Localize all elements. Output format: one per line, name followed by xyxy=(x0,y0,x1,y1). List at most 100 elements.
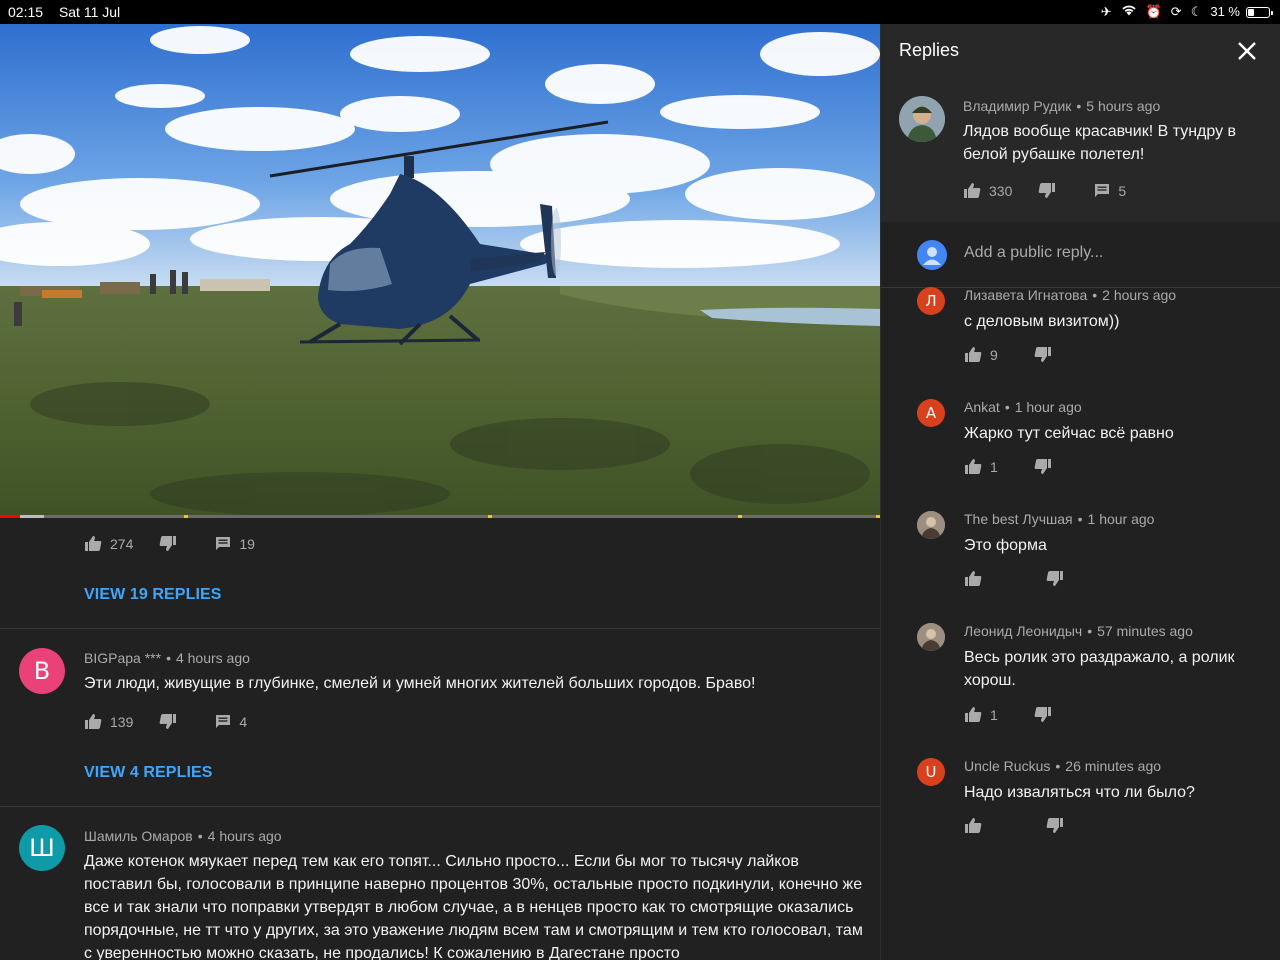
like-count: 9 xyxy=(990,346,998,363)
comment-author[interactable]: Uncle Ruckus xyxy=(964,758,1050,774)
user-avatar-icon xyxy=(917,240,947,270)
like-button[interactable]: 1 xyxy=(964,458,998,475)
reply-button[interactable]: 19 xyxy=(215,536,255,552)
reply-count: 4 xyxy=(239,713,248,730)
avatar-letter: B xyxy=(33,657,51,685)
dislike-button[interactable] xyxy=(159,535,177,552)
like-count: 139 xyxy=(110,713,134,730)
like-button[interactable]: 9 xyxy=(964,346,998,363)
video-player[interactable] xyxy=(0,24,880,518)
avatar[interactable]: Л xyxy=(917,287,945,315)
comment-meta: The best Лучшая • 1 hour ago xyxy=(964,511,1155,527)
moon-icon: ☾ xyxy=(1190,4,1203,19)
thumbs-up-icon xyxy=(965,571,982,586)
comment-meta: Uncle Ruckus • 26 minutes ago xyxy=(964,758,1162,774)
comment-text: Даже котенок мяукает перед тем как его т… xyxy=(84,853,863,960)
comment-actions xyxy=(964,817,1064,834)
avatar[interactable] xyxy=(917,511,945,539)
thumbs-up-icon xyxy=(965,707,982,722)
thumbs-up-icon xyxy=(964,183,981,198)
comment-icon xyxy=(216,715,231,728)
comment-text: Весь ролик это раздражало, а ролик хорош… xyxy=(964,649,1235,689)
comment-time: 4 hours ago xyxy=(207,828,282,844)
like-button[interactable]: 330 xyxy=(963,182,1012,199)
comment-author[interactable]: Лизавета Игнатова xyxy=(964,287,1087,303)
dislike-button[interactable] xyxy=(1038,182,1056,199)
avatar-letter: Ш xyxy=(29,834,55,862)
avatar-photo xyxy=(899,96,945,142)
reply-button[interactable]: 4 xyxy=(215,714,247,730)
comment-actions xyxy=(964,570,1064,587)
reply-count: 19 xyxy=(239,535,255,552)
comment-author[interactable]: Шамиль Омаров xyxy=(84,828,193,844)
thumbs-up-icon xyxy=(965,459,982,474)
comment-icon xyxy=(1095,184,1110,197)
like-button[interactable]: 274 xyxy=(84,535,133,552)
like-button[interactable]: 1 xyxy=(964,706,998,723)
dislike-button[interactable] xyxy=(1034,706,1052,723)
comment-author[interactable]: BIGPapa *** xyxy=(84,650,161,666)
dislike-button[interactable] xyxy=(1034,458,1052,475)
comment-actions: 139 4 xyxy=(84,713,247,730)
comment-actions: 330 5 xyxy=(963,182,1126,199)
thumbs-up-icon xyxy=(85,714,102,729)
like-count: 1 xyxy=(990,458,998,475)
like-button[interactable]: 139 xyxy=(84,713,133,730)
dislike-button[interactable] xyxy=(1046,817,1064,834)
view-replies-link[interactable]: VIEW 4 REPLIES xyxy=(84,764,213,782)
like-count: 1 xyxy=(990,706,998,723)
battery-icon xyxy=(1246,6,1273,18)
comment-meta: Шамиль Омаров • 4 hours ago xyxy=(84,828,282,844)
comment-time: 2 hours ago xyxy=(1102,287,1177,303)
comment-actions: 9 xyxy=(964,346,1052,363)
comment-icon xyxy=(216,537,231,550)
comment-author[interactable]: Леонид Леонидыч xyxy=(964,623,1082,639)
comment-author[interactable]: The best Лучшая xyxy=(964,511,1073,527)
airplane-icon: ✈ xyxy=(1100,4,1112,19)
comment-meta: Ankat • 1 hour ago xyxy=(964,399,1082,415)
replies-header: Replies xyxy=(881,24,1280,78)
avatar[interactable] xyxy=(899,96,945,142)
avatar[interactable] xyxy=(917,623,945,651)
comments-list: 274 19 VIEW 19 REPLIES B BIGPapa *** • 4 h… xyxy=(0,518,880,960)
comment-actions: 274 19 xyxy=(84,535,255,552)
avatar[interactable]: B xyxy=(19,648,65,694)
comment-actions: 1 xyxy=(964,706,1052,723)
comment-time: 26 minutes ago xyxy=(1065,758,1162,774)
close-icon xyxy=(1238,42,1256,60)
thumbs-down-icon xyxy=(1046,571,1063,586)
dislike-button[interactable] xyxy=(159,713,177,730)
avatar-photo xyxy=(917,623,945,651)
thumbs-down-icon xyxy=(1046,818,1063,833)
comment-author[interactable]: Владимир Рудик xyxy=(963,98,1071,114)
avatar[interactable]: A xyxy=(917,399,945,427)
comment-author[interactable]: Ankat xyxy=(964,399,1000,415)
dislike-button[interactable] xyxy=(1034,346,1052,363)
comment-text: Эти люди, живущие в глубинке, смелей и у… xyxy=(84,675,756,692)
view-replies-link[interactable]: VIEW 19 REPLIES xyxy=(84,586,222,604)
avatar[interactable]: U xyxy=(917,758,945,786)
dislike-button[interactable] xyxy=(1046,570,1064,587)
avatar[interactable]: Ш xyxy=(19,825,65,871)
add-reply-placeholder[interactable]: Add a public reply... xyxy=(964,244,1103,262)
comment-time: 1 hour ago xyxy=(1087,511,1155,527)
thumbs-up-icon xyxy=(85,536,102,551)
thumbs-down-icon xyxy=(1034,347,1051,362)
replies-panel: Replies Владимир Рудик • 5 hours ago Лядов… xyxy=(880,24,1280,960)
thumbs-down-icon xyxy=(1034,459,1051,474)
thumbs-up-icon xyxy=(965,818,982,833)
thumbs-down-icon xyxy=(1034,707,1051,722)
add-reply-field[interactable]: Add a public reply... xyxy=(881,222,1280,288)
like-button[interactable] xyxy=(964,817,990,834)
close-button[interactable] xyxy=(1234,38,1260,64)
like-button[interactable] xyxy=(964,570,990,587)
replies-title: Replies xyxy=(899,40,960,60)
status-time: 02:15 xyxy=(8,4,44,20)
thumbs-down-icon xyxy=(160,536,177,551)
wifi-icon xyxy=(1121,4,1137,20)
avatar-letter: A xyxy=(925,404,937,422)
reply-button[interactable]: 5 xyxy=(1094,183,1126,199)
avatar-letter: U xyxy=(925,763,937,781)
comment-time: 1 hour ago xyxy=(1014,399,1082,415)
avatar-photo xyxy=(917,511,945,539)
